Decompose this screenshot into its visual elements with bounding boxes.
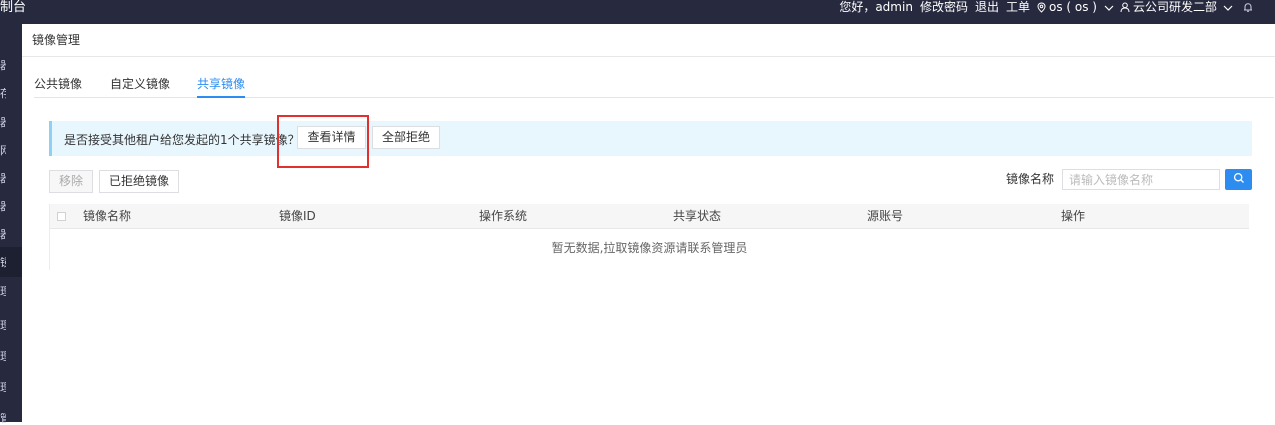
region-selector[interactable]: os ( os )	[1037, 0, 1114, 15]
search-label: 镜像名称	[1006, 172, 1055, 186]
column-source-account: 源账号	[867, 209, 904, 223]
column-os: 操作系统	[479, 209, 528, 223]
org-selector[interactable]: 云公司研发二部	[1120, 0, 1233, 15]
tab-shared-images[interactable]: 共享镜像	[197, 76, 246, 98]
ticket-link[interactable]: 工单	[1006, 0, 1030, 15]
sidebar-item-13[interactable]: 管	[0, 413, 6, 425]
search-icon	[1233, 172, 1244, 183]
main-content: 镜像管理 公共镜像 自定义镜像 共享镜像 是否接受其他租户给您发起的1个共享镜像…	[22, 24, 1275, 422]
tab-custom-images[interactable]: 自定义镜像	[110, 76, 170, 98]
location-icon	[1037, 2, 1046, 13]
page-title: 镜像管理	[22, 24, 1275, 57]
sidebar-item-12[interactable]: 理	[0, 382, 6, 394]
chevron-down-icon	[1223, 5, 1233, 11]
tab-public-images[interactable]: 公共镜像	[34, 76, 82, 98]
bell-icon	[1244, 3, 1252, 12]
sidebar-item-5[interactable]: 器	[0, 173, 6, 185]
sidebar-item-4[interactable]: 网	[0, 145, 6, 157]
notice-message: 是否接受其他租户给您发起的1个共享镜像？	[64, 133, 300, 147]
greeting-text: 您好，admin	[839, 0, 913, 14]
share-request-notice: 是否接受其他租户给您发起的1个共享镜像？	[49, 121, 1252, 156]
remove-button[interactable]: 移除	[49, 170, 93, 193]
sidebar-item-6[interactable]: 器	[0, 201, 6, 213]
sidebar-item-9[interactable]: 理	[0, 286, 6, 298]
notification-button[interactable]	[1243, 0, 1253, 15]
column-share-status: 共享状态	[673, 209, 722, 223]
table-header: 镜像名称 镜像ID 操作系统 共享状态 源账号 操作	[50, 204, 1249, 229]
column-image-id: 镜像ID	[279, 209, 316, 223]
topbar-right: 您好，admin 修改密码 退出 工单 os ( os ) 云公司研发二部	[839, 0, 1275, 24]
logout-link[interactable]: 退出	[975, 0, 999, 15]
user-icon	[1120, 2, 1130, 13]
change-password-link[interactable]: 修改密码	[920, 0, 968, 15]
rejected-images-button[interactable]: 已拒绝镜像	[99, 170, 179, 193]
table-empty-message: 暂无数据,拉取镜像资源请联系管理员	[551, 241, 748, 255]
chevron-down-icon	[1104, 5, 1114, 11]
org-label: 云公司研发二部	[1132, 0, 1217, 14]
shared-images-table: 镜像名称 镜像ID 操作系统 共享状态 源账号 操作 暂无数据,拉取镜像资源请联…	[49, 204, 1249, 270]
reject-all-button[interactable]: 全部拒绝	[372, 126, 440, 149]
sidebar-item-7[interactable]: 器	[0, 229, 6, 241]
sidebar-item-1[interactable]: 器	[0, 60, 6, 72]
sidebar-item-8[interactable]: 镜	[0, 257, 6, 269]
sidebar-item-11[interactable]: 理	[0, 351, 6, 363]
region-label: os ( os )	[1048, 0, 1097, 14]
column-image-name: 镜像名称	[83, 209, 132, 223]
search-input[interactable]	[1062, 169, 1220, 190]
app-brand[interactable]: 制台	[0, 0, 26, 24]
image-tabs: 公共镜像 自定义镜像 共享镜像	[34, 76, 1274, 98]
sidebar-item-3[interactable]: 器	[0, 117, 6, 129]
sidebar-item-2[interactable]: 存	[0, 88, 6, 100]
topbar-spacer	[1263, 0, 1275, 15]
sidebar: 器 存 器 网 器 器 器 镜 理 理 理 理 管	[0, 24, 22, 425]
select-all-checkbox[interactable]	[57, 212, 66, 221]
annotation-highlight-box	[277, 115, 369, 168]
column-actions: 操作	[1061, 209, 1086, 223]
search-button[interactable]	[1225, 169, 1252, 190]
sidebar-item-10[interactable]: 理	[0, 320, 6, 332]
top-navigation-bar: 制台 您好，admin 修改密码 退出 工单 os ( os ) 云公司研发二部	[0, 0, 1275, 24]
